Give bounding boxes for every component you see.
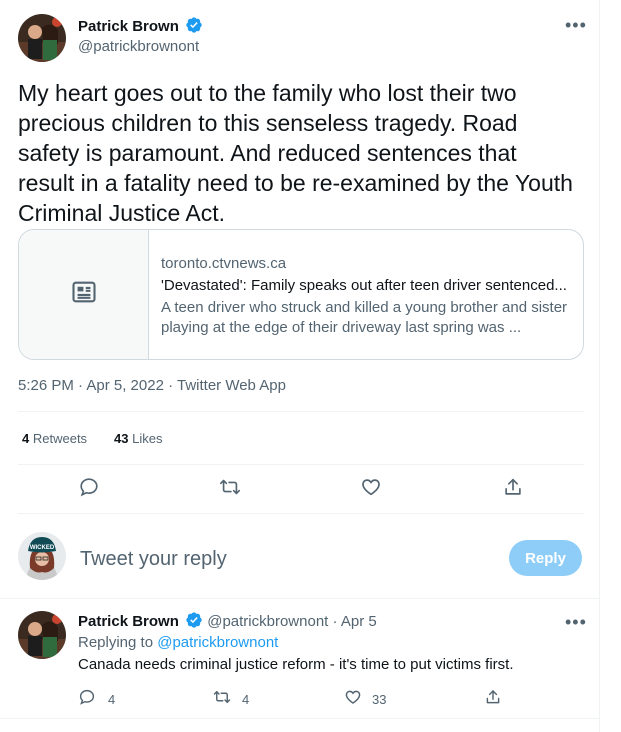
reply-like-button[interactable]: 33 xyxy=(344,688,386,711)
reply-button[interactable] xyxy=(76,476,102,502)
card-description: playing at the edge of their driveway la… xyxy=(161,319,522,336)
tweet-text-line: My heart goes out to the family who lost… xyxy=(18,80,517,106)
article-icon xyxy=(70,278,98,311)
tweet-text: My heart goes out to the family who lost… xyxy=(18,78,593,228)
divider xyxy=(18,513,584,514)
reply-text: Canada needs criminal justice reform - i… xyxy=(78,656,514,673)
retweet-button[interactable] xyxy=(216,476,244,502)
share-icon xyxy=(484,690,502,710)
reply-retweet-button[interactable]: 4 xyxy=(212,688,249,711)
divider xyxy=(0,598,600,599)
reply-more-options-icon[interactable]: ••• xyxy=(565,613,587,631)
reply-submit-button[interactable]: Reply xyxy=(509,540,582,576)
verified-badge-icon xyxy=(185,16,203,39)
user-avatar-beanie-text: WICKED xyxy=(30,545,55,551)
card-description: A teen driver who struck and killed a yo… xyxy=(161,299,568,316)
likes-stat[interactable]: 43 Likes xyxy=(114,431,162,446)
retweet-icon xyxy=(218,476,242,503)
retweet-count: 4 xyxy=(242,692,250,707)
retweets-label: Retweets xyxy=(32,431,88,446)
link-preview-card[interactable]: toronto.ctvnews.ca 'Devastated': Family … xyxy=(18,229,584,360)
reply-input[interactable]: Tweet your reply xyxy=(80,545,490,573)
replying-to-label: Replying to xyxy=(78,634,154,651)
reply-date[interactable]: · Apr 5 xyxy=(333,613,377,630)
likes-count: 43 xyxy=(114,431,129,446)
author-handle[interactable]: @patrickbrownont xyxy=(78,38,199,55)
author-name[interactable]: Patrick Brown xyxy=(78,18,179,35)
reply-author-name[interactable]: Patrick Brown xyxy=(78,613,179,630)
reply-author-avatar[interactable] xyxy=(18,611,66,659)
divider xyxy=(18,464,584,465)
tweet-thread: Patrick Brown @patrickbrownont ••• My he… xyxy=(0,0,600,732)
user-avatar[interactable]: WICKED xyxy=(18,532,66,580)
retweets-count: 4 xyxy=(22,431,30,446)
more-options-icon[interactable]: ••• xyxy=(565,16,587,34)
verified-badge-icon xyxy=(185,611,203,633)
share-icon xyxy=(502,476,524,503)
card-domain: toronto.ctvnews.ca xyxy=(161,255,287,272)
likes-label: Likes xyxy=(132,431,163,446)
author-avatar[interactable] xyxy=(18,14,66,62)
like-icon xyxy=(344,688,362,711)
reply-reply-button[interactable]: 4 xyxy=(78,688,115,711)
share-button[interactable] xyxy=(500,476,526,502)
tweet-text-line: Criminal Justice Act. xyxy=(18,200,226,226)
tweet-text-line: precious children to this senseless trag… xyxy=(18,110,518,136)
card-title: 'Devastated': Family speaks out after te… xyxy=(161,277,567,294)
divider xyxy=(18,411,584,412)
like-icon xyxy=(360,476,382,503)
replying-to-handle[interactable]: @patrickbrownont xyxy=(157,634,278,651)
tweet-text-line: result in a fatality need to be re-exami… xyxy=(18,170,573,196)
divider xyxy=(0,718,600,719)
tweet-text-line: safety is paramount. And reduced sentenc… xyxy=(18,140,517,166)
retweets-stat[interactable]: 4 Retweets xyxy=(22,431,87,446)
reply-icon xyxy=(78,688,96,711)
reply-author-handle[interactable]: @patrickbrownont xyxy=(207,613,328,630)
like-count: 33 xyxy=(372,692,387,707)
retweet-icon xyxy=(212,688,232,711)
card-thumbnail xyxy=(19,230,149,359)
reply-share-button[interactable] xyxy=(484,688,502,711)
reply-count: 4 xyxy=(108,692,116,707)
replying-to: Replying to @patrickbrownont xyxy=(78,634,278,651)
reply-icon xyxy=(78,476,100,503)
tweet-timestamp[interactable]: 5:26 PM · Apr 5, 2022 · Twitter Web App xyxy=(18,377,286,394)
like-button[interactable] xyxy=(358,476,384,502)
